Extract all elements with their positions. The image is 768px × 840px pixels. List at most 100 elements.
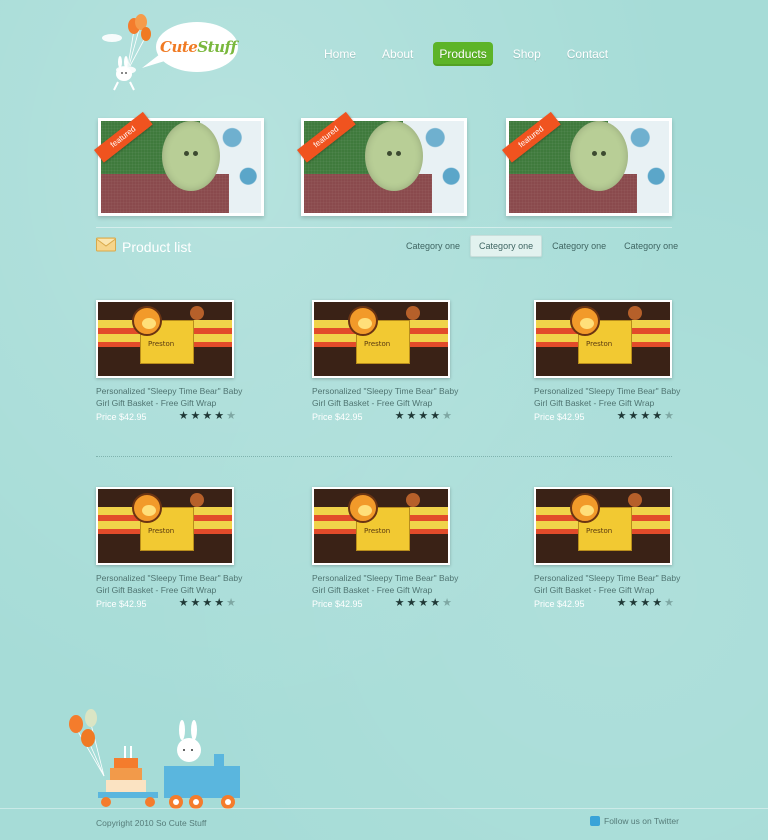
star-icon: ★: [652, 410, 663, 422]
star-icon: ★: [406, 597, 417, 609]
product-thumbnail[interactable]: Preston: [534, 300, 672, 378]
product-card[interactable]: Preston Personalized "Sleepy Time Bear" B…: [312, 300, 458, 422]
bear-face-shape: [358, 318, 372, 329]
star-icon: ★: [202, 410, 213, 422]
featured-item[interactable]: featured: [94, 111, 264, 216]
star-icon: ★: [628, 410, 639, 422]
button-disc-shape: [569, 121, 628, 191]
product-title[interactable]: Personalized "Sleepy Time Bear" Baby Gir…: [534, 385, 684, 409]
star-icon: ★: [640, 410, 651, 422]
star-icon: ★: [202, 597, 213, 609]
star-icon: ★: [214, 597, 225, 609]
product-title[interactable]: Personalized "Sleepy Time Bear" Baby Gir…: [312, 385, 462, 409]
category-tab[interactable]: Category one: [398, 235, 468, 257]
star-icon: ★: [628, 597, 639, 609]
category-tab[interactable]: Category one: [616, 235, 686, 257]
bear-face-shape: [580, 505, 594, 516]
product-card[interactable]: Preston Personalized "Sleepy Time Bear" B…: [534, 487, 680, 609]
twitter-icon: [590, 816, 600, 826]
product-price: Price $42.95: [534, 411, 585, 422]
featured-item[interactable]: featured: [297, 111, 467, 216]
product-meta: Price $42.95 ★ ★ ★ ★ ★: [96, 598, 236, 609]
category-tab-active[interactable]: Category one: [470, 235, 543, 257]
star-icon: ★: [394, 410, 405, 422]
bear-head-shape: [132, 493, 162, 523]
photo-name-text: Preston: [586, 527, 613, 535]
product-photo: Preston: [314, 489, 448, 563]
product-title[interactable]: Personalized "Sleepy Time Bear" Baby Gir…: [534, 572, 684, 596]
bear-face-shape: [580, 318, 594, 329]
featured-item[interactable]: featured: [502, 111, 672, 216]
star-icon: ★: [652, 597, 663, 609]
product-card[interactable]: Preston Personalized "Sleepy Time Bear" B…: [96, 300, 242, 422]
product-rating: ★ ★ ★ ★ ★: [179, 411, 236, 422]
nav-contact[interactable]: Contact: [561, 42, 614, 66]
star-icon: ★: [418, 410, 429, 422]
product-meta: Price $42.95 ★ ★ ★ ★ ★: [534, 598, 674, 609]
star-icon: ★: [430, 410, 441, 422]
main-nav: Home About Products Shop Contact: [318, 42, 628, 66]
button-disc-shape: [161, 121, 220, 191]
site-logo[interactable]: CuteStuff: [98, 14, 248, 94]
logo-word-cute: Cute: [160, 38, 198, 56]
nav-home[interactable]: Home: [318, 42, 362, 66]
product-photo: Preston: [98, 489, 232, 563]
star-icon: ★: [664, 597, 674, 609]
product-meta: Price $42.95 ★ ★ ★ ★ ★: [312, 411, 452, 422]
star-icon: ★: [190, 597, 201, 609]
bear-face-shape: [142, 505, 156, 516]
product-list-title: Product list: [122, 239, 192, 255]
category-tabs: Category one Category one Category one C…: [398, 235, 688, 257]
follow-twitter-link[interactable]: Follow us on Twitter: [590, 816, 679, 826]
row-divider: [96, 456, 672, 457]
flower-shape: [628, 306, 642, 320]
envelope-icon: [96, 237, 116, 252]
product-rating: ★ ★ ★ ★ ★: [179, 598, 236, 609]
product-price: Price $42.95: [96, 598, 147, 609]
star-icon: ★: [226, 597, 236, 609]
product-card[interactable]: Preston Personalized "Sleepy Time Bear" B…: [312, 487, 458, 609]
product-title[interactable]: Personalized "Sleepy Time Bear" Baby Gir…: [96, 385, 246, 409]
nav-shop[interactable]: Shop: [507, 42, 547, 66]
product-thumbnail[interactable]: Preston: [96, 300, 234, 378]
star-icon: ★: [214, 410, 225, 422]
star-icon: ★: [190, 410, 201, 422]
category-tab[interactable]: Category one: [544, 235, 614, 257]
product-rating: ★ ★ ★ ★ ★: [617, 598, 674, 609]
product-thumbnail[interactable]: Preston: [96, 487, 234, 565]
nav-about[interactable]: About: [376, 42, 419, 66]
star-icon: ★: [178, 410, 189, 422]
photo-name-text: Preston: [364, 527, 391, 535]
product-price: Price $42.95: [312, 598, 363, 609]
product-thumbnail[interactable]: Preston: [312, 487, 450, 565]
product-price: Price $42.95: [312, 411, 363, 422]
photo-name-text: Preston: [148, 527, 175, 535]
bear-head-shape: [348, 493, 378, 523]
product-thumbnail[interactable]: Preston: [312, 300, 450, 378]
product-photo: Preston: [98, 302, 232, 376]
bear-face-shape: [142, 318, 156, 329]
star-icon: ★: [394, 597, 405, 609]
nav-products[interactable]: Products: [433, 42, 493, 66]
flower-shape: [406, 306, 420, 320]
product-card[interactable]: Preston Personalized "Sleepy Time Bear" B…: [534, 300, 680, 422]
bear-head-shape: [348, 306, 378, 336]
star-icon: ★: [442, 597, 452, 609]
product-meta: Price $42.95 ★ ★ ★ ★ ★: [96, 411, 236, 422]
bear-head-shape: [132, 306, 162, 336]
product-rating: ★ ★ ★ ★ ★: [617, 411, 674, 422]
footer-divider: [0, 808, 768, 809]
star-icon: ★: [442, 410, 452, 422]
product-title[interactable]: Personalized "Sleepy Time Bear" Baby Gir…: [312, 572, 462, 596]
product-card[interactable]: Preston Personalized "Sleepy Time Bear" B…: [96, 487, 242, 609]
product-photo: Preston: [536, 302, 670, 376]
star-icon: ★: [418, 597, 429, 609]
product-thumbnail[interactable]: Preston: [534, 487, 672, 565]
button-disc-shape: [364, 121, 423, 191]
follow-twitter-label: Follow us on Twitter: [604, 816, 679, 826]
photo-name-text: Preston: [586, 340, 613, 348]
product-price: Price $42.95: [534, 598, 585, 609]
product-photo: Preston: [314, 302, 448, 376]
star-icon: ★: [406, 410, 417, 422]
product-title[interactable]: Personalized "Sleepy Time Bear" Baby Gir…: [96, 572, 246, 596]
